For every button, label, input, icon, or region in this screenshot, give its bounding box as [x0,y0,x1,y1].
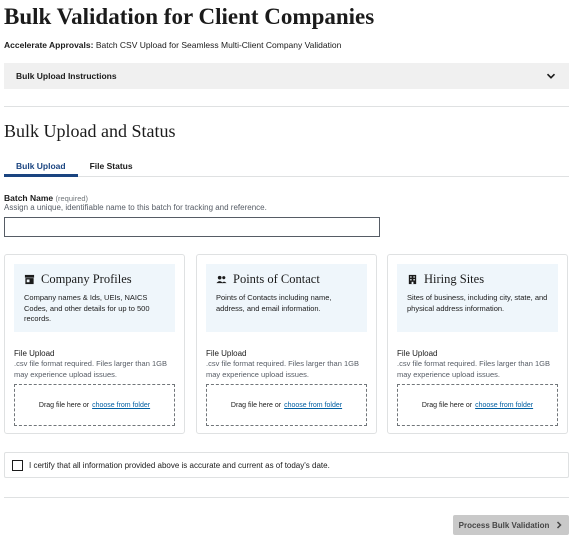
section-divider [4,106,569,107]
file-upload-hint: .csv file format required. Files larger … [206,359,359,379]
accordion-label: Bulk Upload Instructions [16,71,117,81]
file-upload-label: File Upload [206,349,247,358]
drop-text: Drag file here or [230,401,282,409]
file-dropzone[interactable]: Drag file here or choose from folder [206,384,367,426]
file-dropzone[interactable]: Drag file here or choose from folder [14,384,175,426]
batch-name-label: Batch Name (required) [4,193,88,203]
card-title-text: Hiring Sites [424,272,485,286]
card-title: Hiring Sites [407,272,548,287]
card-title-text: Points of Contact [233,272,320,286]
card-title: Points of Contact [216,272,357,287]
page-title: Bulk Validation for Client Companies [4,4,375,29]
card-header: Hiring Sites Sites of business, includin… [397,264,558,332]
company-profiles-card: Company Profiles Company names & Ids, UE… [4,254,185,434]
subtitle-text: Batch CSV Upload for Seamless Multi-Clie… [93,40,342,50]
card-description: Company names & Ids, UEIs, NAICS Codes, … [24,293,150,323]
subtitle-lead: Accelerate Approvals: [4,40,94,50]
choose-from-folder-link[interactable]: choose from folder [284,402,342,409]
building-store-icon [24,274,35,285]
file-upload-label: File Upload [397,349,438,358]
choose-from-folder-link[interactable]: choose from folder [475,402,533,409]
drop-text: Drag file here or [38,401,90,409]
card-title-text: Company Profiles [41,272,132,286]
card-header: Company Profiles Company names & Ids, UE… [14,264,175,332]
section-title: Bulk Upload and Status [4,121,176,141]
certify-label: I certify that all information provided … [29,460,330,470]
batch-name-label-text: Batch Name [4,193,54,203]
drop-text: Drag file here or [421,401,473,409]
process-bulk-validation-button[interactable]: Process Bulk Validation [453,515,569,535]
tab-bulk-upload[interactable]: Bulk Upload [4,155,78,177]
tab-file-status[interactable]: File Status [78,155,145,177]
choose-from-folder-link[interactable]: choose from folder [92,402,150,409]
chevron-right-icon [557,521,562,529]
card-header: Points of Contact Points of Contacts inc… [206,264,367,332]
required-marker: (required) [55,194,89,203]
office-building-icon [408,274,417,285]
page-subtitle: Accelerate Approvals: Batch CSV Upload f… [4,40,341,50]
chevron-down-icon [546,73,556,79]
card-description: Points of Contacts including name, addre… [216,293,332,313]
file-dropzone[interactable]: Drag file here or choose from folder [397,384,558,426]
points-of-contact-card: Points of Contact Points of Contacts inc… [196,254,377,434]
file-upload-hint: .csv file format required. Files larger … [14,359,167,379]
certify-checkbox[interactable] [12,459,23,471]
batch-name-hint: Assign a unique, identifiable name to th… [4,203,267,212]
hiring-sites-card: Hiring Sites Sites of business, includin… [387,254,568,434]
certify-box: I certify that all information provided … [4,452,569,478]
tab-bar: Bulk Upload File Status [4,155,569,177]
footer-divider [4,497,569,498]
instructions-accordion[interactable]: Bulk Upload Instructions [4,63,569,89]
card-description: Sites of business, including city, state… [407,293,548,313]
people-icon [216,275,227,284]
batch-name-input[interactable] [4,217,380,237]
file-upload-label: File Upload [14,349,55,358]
card-title: Company Profiles [24,272,165,287]
submit-label: Process Bulk Validation [458,520,550,530]
file-upload-hint: .csv file format required. Files larger … [397,359,550,379]
